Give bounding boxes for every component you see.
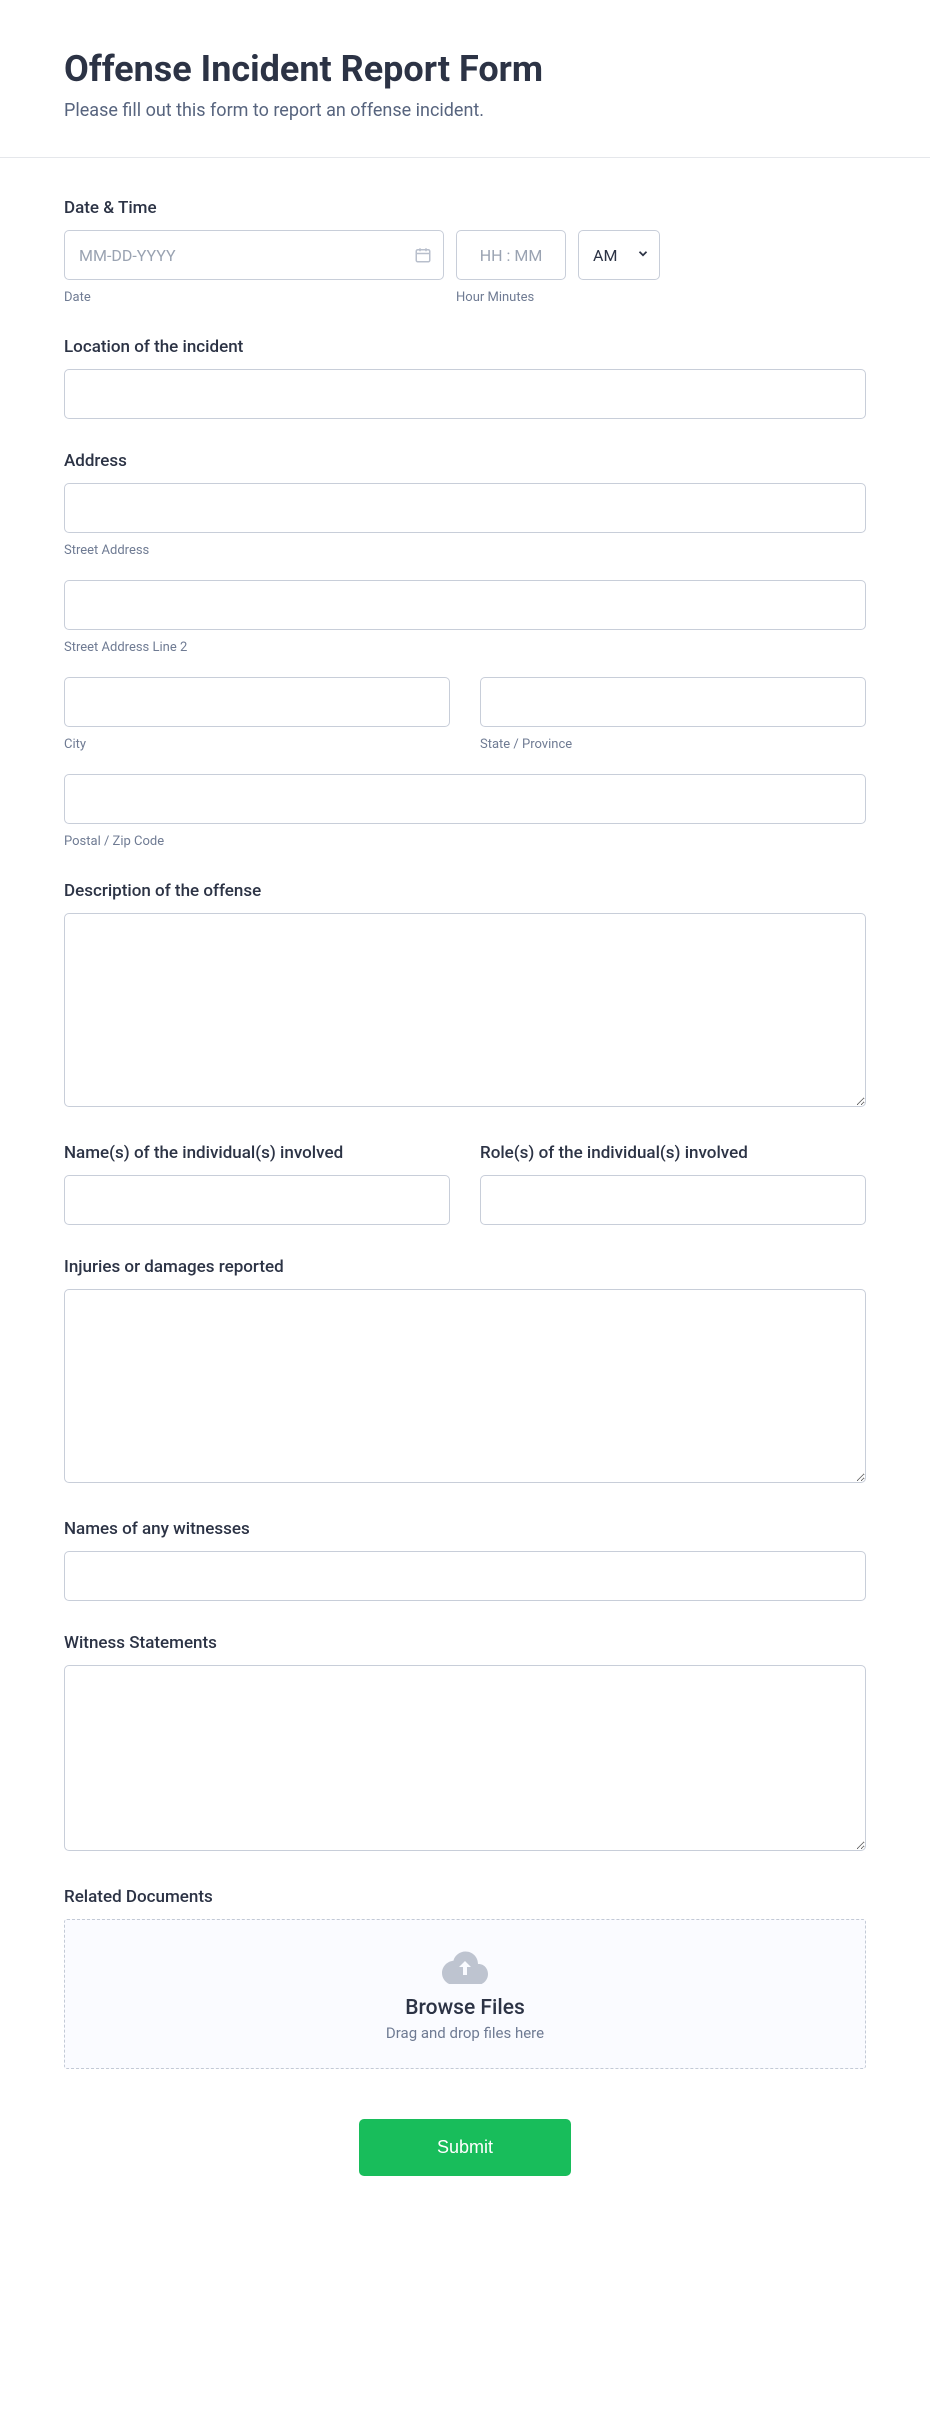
description-label: Description of the offense	[64, 881, 866, 901]
witnesses-label: Names of any witnesses	[64, 1519, 866, 1539]
witnesses-input[interactable]	[64, 1551, 866, 1601]
form-header: Offense Incident Report Form Please fill…	[0, 0, 930, 158]
street-address-input[interactable]	[64, 483, 866, 533]
roles-input[interactable]	[480, 1175, 866, 1225]
statements-group: Witness Statements	[64, 1633, 866, 1855]
location-group: Location of the incident	[64, 337, 866, 419]
street2-sublabel: Street Address Line 2	[64, 640, 866, 655]
cloud-upload-icon	[85, 1950, 845, 1988]
city-input[interactable]	[64, 677, 450, 727]
address-label: Address	[64, 451, 866, 471]
upload-dropzone[interactable]: Browse Files Drag and drop files here	[64, 1919, 866, 2069]
injuries-group: Injuries or damages reported	[64, 1257, 866, 1487]
names-label: Name(s) of the individual(s) involved	[64, 1143, 450, 1163]
upload-dragdrop-label: Drag and drop files here	[85, 2024, 845, 2042]
location-label: Location of the incident	[64, 337, 866, 357]
form-body: Date & Time HH : MM AM	[0, 158, 930, 2236]
names-input[interactable]	[64, 1175, 450, 1225]
state-sublabel: State / Province	[480, 737, 866, 752]
street-sublabel: Street Address	[64, 543, 866, 558]
postal-sublabel: Postal / Zip Code	[64, 834, 866, 849]
address-group: Address Street Address Street Address Li…	[64, 451, 866, 849]
date-input[interactable]	[64, 230, 444, 280]
submit-button[interactable]: Submit	[359, 2119, 571, 2176]
form-subtitle: Please fill out this form to report an o…	[64, 100, 866, 121]
time-sublabel: Hour Minutes	[456, 290, 534, 305]
datetime-group: Date & Time HH : MM AM	[64, 198, 866, 305]
description-group: Description of the offense	[64, 881, 866, 1111]
injuries-label: Injuries or damages reported	[64, 1257, 866, 1277]
city-sublabel: City	[64, 737, 450, 752]
street-address-2-input[interactable]	[64, 580, 866, 630]
witnesses-group: Names of any witnesses	[64, 1519, 866, 1601]
roles-label: Role(s) of the individual(s) involved	[480, 1143, 866, 1163]
ampm-select[interactable]: AM	[578, 230, 660, 280]
datetime-label: Date & Time	[64, 198, 866, 218]
documents-group: Related Documents Browse Files Drag and …	[64, 1887, 866, 2069]
time-input[interactable]: HH : MM	[456, 230, 566, 280]
state-input[interactable]	[480, 677, 866, 727]
documents-label: Related Documents	[64, 1887, 866, 1907]
location-input[interactable]	[64, 369, 866, 419]
form-title: Offense Incident Report Form	[64, 48, 866, 90]
date-sublabel: Date	[64, 290, 456, 305]
upload-browse-label: Browse Files	[85, 1996, 845, 2020]
injuries-textarea[interactable]	[64, 1289, 866, 1483]
statements-label: Witness Statements	[64, 1633, 866, 1653]
description-textarea[interactable]	[64, 913, 866, 1107]
postal-input[interactable]	[64, 774, 866, 824]
statements-textarea[interactable]	[64, 1665, 866, 1851]
